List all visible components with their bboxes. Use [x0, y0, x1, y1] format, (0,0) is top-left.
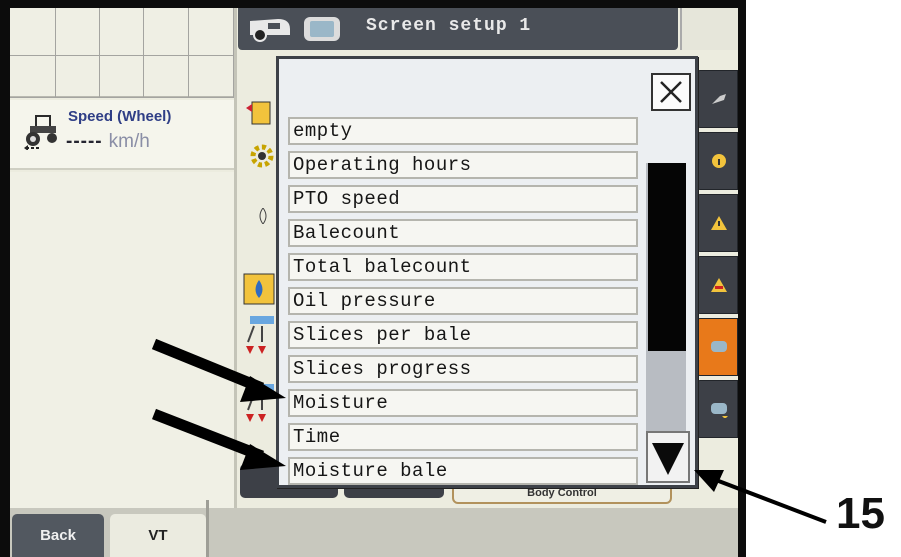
list-item-operating-hours[interactable]: Operating hours: [288, 151, 638, 179]
softkey-warning[interactable]: [696, 194, 738, 252]
oil-can-icon: [246, 94, 276, 133]
callout-number: 15: [836, 489, 885, 538]
tool-icon: [710, 90, 728, 113]
list-item-empty[interactable]: empty: [288, 117, 638, 145]
list-item-moisture-bale[interactable]: Moisture bale: [288, 457, 638, 485]
top-right-area: [680, 8, 738, 50]
speed-value: ----- km/h: [66, 131, 150, 153]
tab-back[interactable]: Back: [12, 514, 104, 557]
list-item-oil-pressure[interactable]: Oil pressure: [288, 287, 638, 315]
speed-dashes: -----: [66, 131, 103, 152]
scroll-down-icon: [652, 443, 684, 475]
select-dialog: empty Operating hours PTO speed Balecoun…: [276, 56, 698, 488]
terminal-screen-icon: [302, 15, 342, 48]
terminal-1-icon: [710, 338, 728, 361]
drop-icon: [256, 207, 270, 229]
title-bar: Screen setup 1: [238, 8, 678, 50]
list-item-slices-progress[interactable]: Slices progress: [288, 355, 638, 383]
sprayer-2-icon: [244, 384, 278, 431]
terminal-screen: Speed (Wheel) -----km/h Screen setup 1: [10, 8, 738, 557]
speed-label: Speed (Wheel): [68, 108, 172, 125]
gear-icon: [246, 140, 278, 177]
page-title: Screen setup 1: [366, 16, 532, 36]
left-panel-empty: [10, 172, 234, 512]
info-icon: [710, 152, 728, 175]
moisture-tank-icon: [242, 270, 276, 311]
list-item-moisture[interactable]: Moisture: [288, 389, 638, 417]
list-item-slices-per-bale[interactable]: Slices per bale: [288, 321, 638, 349]
empty-grid: [10, 8, 234, 98]
alarm-icon: [710, 276, 728, 299]
bottom-divider: [206, 500, 209, 557]
scrollbar-thumb[interactable]: [648, 163, 686, 351]
close-icon: [660, 81, 682, 103]
close-button[interactable]: [651, 73, 691, 111]
softkey-info[interactable]: [696, 132, 738, 190]
sprayer-icon: [244, 316, 278, 363]
speed-widget[interactable]: Speed (Wheel) ----- km/h: [10, 100, 234, 170]
softkey-column: [696, 70, 738, 450]
softkey-tool[interactable]: [696, 70, 738, 128]
terminal-2-icon: [710, 400, 728, 423]
baler-icon: [246, 15, 296, 48]
softkey-alarm[interactable]: [696, 256, 738, 314]
softkey-terminal-1[interactable]: [696, 318, 738, 376]
softkey-terminal-2[interactable]: [696, 380, 738, 438]
warning-icon: [710, 214, 728, 237]
panel-divider: [234, 8, 237, 508]
scroll-down-button[interactable]: [646, 431, 690, 483]
list-item-total-balecount[interactable]: Total balecount: [288, 253, 638, 281]
tractor-icon: [24, 112, 64, 155]
list-item-time[interactable]: Time: [288, 423, 638, 451]
list-item-pto-speed[interactable]: PTO speed: [288, 185, 638, 213]
speed-unit: km/h: [108, 131, 150, 152]
list-item-balecount[interactable]: Balecount: [288, 219, 638, 247]
tab-vt[interactable]: VT: [110, 514, 206, 557]
